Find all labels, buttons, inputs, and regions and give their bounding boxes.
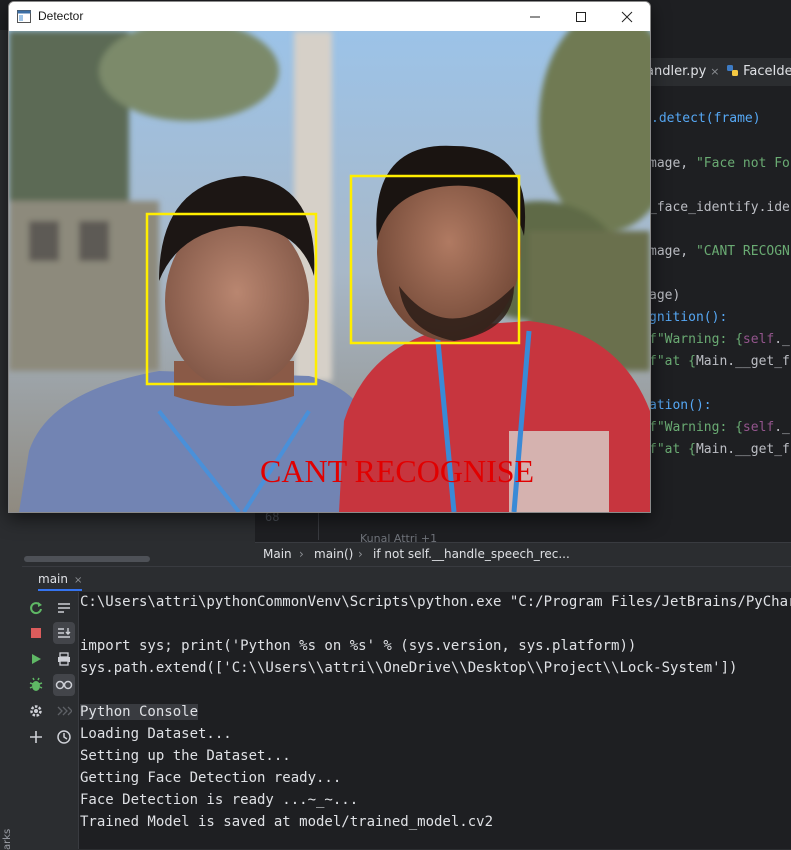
code-line: ation(): <box>649 398 712 413</box>
console-line: Face Detection is ready ...~_~... <box>80 792 359 808</box>
minimize-icon <box>530 16 540 17</box>
code-line: .detect(frame) <box>651 111 761 126</box>
console-line: Python Console <box>80 704 199 720</box>
detector-window[interactable]: Detector CANT RECOGNISE <box>8 1 651 513</box>
editor-tab-faceidentify[interactable]: FaceIden <box>726 64 791 79</box>
minimize-button[interactable] <box>512 2 558 31</box>
editor-tab-handler[interactable]: andler.py × <box>646 64 720 79</box>
breadcrumb-item[interactable]: if not self.__handle_speech_rec... <box>373 547 570 561</box>
breadcrumb-item[interactable]: main() <box>314 547 353 561</box>
wrap-icon <box>58 603 70 613</box>
scroll-to-end-button[interactable] <box>53 622 75 644</box>
more-button[interactable] <box>53 700 75 722</box>
debug-button[interactable] <box>25 674 47 696</box>
console-line: C:\Users\attri\pythonCommonVenv\Scripts\… <box>80 594 791 610</box>
close-icon[interactable]: × <box>74 575 82 586</box>
play-icon <box>32 654 41 664</box>
recognition-status-text: CANT RECOGNISE <box>260 453 534 489</box>
print-button[interactable] <box>53 648 75 670</box>
stop-button[interactable] <box>25 622 47 644</box>
bug-icon <box>29 677 43 691</box>
run-button[interactable] <box>25 648 47 670</box>
code-line: f"at {Main.__get_f <box>649 442 790 457</box>
code-line: f"Warning: {self._ <box>649 332 790 347</box>
run-tab-label: main <box>38 572 68 586</box>
console-line: Getting Face Detection ready... <box>80 770 342 786</box>
breadcrumb-separator: › <box>358 547 363 561</box>
glasses-icon <box>55 680 73 690</box>
python-file-icon <box>727 65 738 76</box>
breadcrumb: Main › main() › if not self.__handle_spe… <box>255 542 791 567</box>
maximize-icon <box>576 11 586 22</box>
gear-icon <box>30 705 42 717</box>
history-button[interactable] <box>53 726 75 748</box>
rerun-icon <box>30 602 42 615</box>
run-tab-main[interactable]: main × <box>38 567 83 591</box>
tab-label: FaceIden <box>743 64 791 79</box>
bookmarks-vertical-label[interactable]: arks <box>2 829 13 850</box>
code-line: gnition(): <box>649 310 728 325</box>
clock-icon <box>57 730 71 744</box>
camera-frame: CANT RECOGNISE <box>9 31 650 512</box>
close-icon <box>621 11 633 22</box>
console-line: sys.path.extend(['C:\\Users\\attri\\OneD… <box>80 660 738 676</box>
run-tool-tabs: main × <box>22 566 791 593</box>
code-line: _face_identify.iden <box>649 200 791 215</box>
double-chevron-icon <box>57 706 72 716</box>
run-toolbar-left <box>22 592 50 849</box>
run-toolbar-right <box>50 592 79 849</box>
add-button[interactable] <box>25 726 47 748</box>
code-line: mage, "CANT RECOGNI <box>649 244 791 259</box>
editor-tab-bar: andler.py× FaceIden <box>640 58 791 87</box>
console-line: Loading Dataset... <box>80 726 232 742</box>
print-icon <box>58 652 70 666</box>
console-output[interactable]: C:\Users\attri\pythonCommonVenv\Scripts\… <box>79 592 791 849</box>
console-line: Trained Model is saved at model/trained_… <box>80 814 494 830</box>
maximize-button[interactable] <box>558 2 604 31</box>
stop-icon <box>31 628 41 638</box>
app-icon <box>17 10 31 23</box>
window-titlebar[interactable]: Detector <box>9 2 650 31</box>
show-variables-button[interactable] <box>53 674 75 696</box>
code-line: mage, "Face not Fou <box>649 156 791 171</box>
code-line: age) <box>649 288 681 303</box>
console-line: import sys; print('Python %s on %s' % (s… <box>80 638 637 654</box>
tab-label: andler.py <box>646 64 707 79</box>
breadcrumb-separator: › <box>299 547 304 561</box>
plus-icon <box>30 731 42 743</box>
breadcrumb-item[interactable]: Main <box>263 547 292 561</box>
soft-wrap-button[interactable] <box>53 597 75 619</box>
settings-button[interactable] <box>25 700 47 722</box>
scroll-end-icon <box>58 628 71 638</box>
project-pane-scrollbar[interactable] <box>24 556 150 562</box>
close-icon[interactable]: × <box>710 65 719 78</box>
rerun-button[interactable] <box>25 597 47 619</box>
close-button[interactable] <box>604 2 650 31</box>
code-line: f"at {Main.__get_f <box>649 354 790 369</box>
console-line: Setting up the Dataset... <box>80 748 291 764</box>
code-line: f"Warning: {self._ <box>649 420 790 435</box>
window-title: Detector <box>38 9 84 23</box>
